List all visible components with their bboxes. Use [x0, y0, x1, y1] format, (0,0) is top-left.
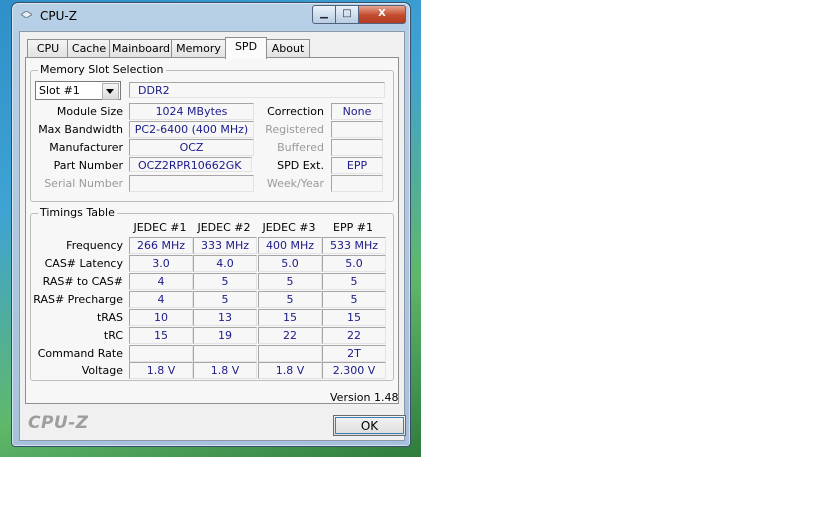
spd-ext-label: SPD Ext.: [277, 159, 324, 172]
memory-slot-group-title: Memory Slot Selection: [38, 63, 166, 76]
timing-cell: 266 MHz: [129, 237, 193, 254]
cpuz-window: CPU-Z ▁ □ X CPU Cache Mainboard Memory S…: [11, 2, 411, 447]
timing-cell: 4: [129, 273, 193, 290]
timing-cell: 4.0: [193, 255, 257, 272]
timing-row-label: RAS# Precharge: [33, 293, 123, 306]
part-number-label: Part Number: [53, 159, 123, 172]
timing-cell: 1.8 V: [258, 362, 322, 379]
tab-memory[interactable]: Memory: [171, 39, 226, 58]
timing-row-label: RAS# to CAS#: [42, 275, 123, 288]
timing-cell: 2T: [322, 345, 386, 362]
timing-cell: 15: [258, 309, 322, 326]
tab-spd[interactable]: SPD: [225, 37, 267, 59]
app-icon: [21, 11, 32, 18]
module-size-label: Module Size: [56, 105, 123, 118]
timing-cell: 22: [258, 327, 322, 344]
close-button[interactable]: X: [358, 5, 406, 24]
version-label: Version 1.48: [330, 391, 399, 404]
timing-cell: 15: [322, 309, 386, 326]
timings-group-title: Timings Table: [38, 206, 117, 219]
correction-label: Correction: [267, 105, 324, 118]
cpuz-logo: CPU-Z: [28, 413, 89, 433]
chevron-down-icon[interactable]: [102, 83, 119, 100]
timing-cell: 1.8 V: [129, 362, 193, 379]
manufacturer-value: OCZ: [129, 139, 254, 156]
timing-cell: 22: [322, 327, 386, 344]
timing-cell: 3.0: [129, 255, 193, 272]
timings-col-header: EPP #1: [333, 221, 373, 234]
timings-col-header: JEDEC #3: [262, 221, 316, 234]
timing-cell: 2.300 V: [322, 362, 386, 379]
registered-value: [331, 121, 383, 138]
timing-cell: 4: [129, 291, 193, 308]
correction-value: None: [331, 103, 383, 120]
ok-button[interactable]: OK: [333, 415, 406, 436]
timing-cell: 13: [193, 309, 257, 326]
timing-cell: 10: [129, 309, 193, 326]
timing-row-label: tRAS: [96, 311, 123, 324]
timing-cell: [193, 345, 257, 362]
timing-cell: [129, 345, 193, 362]
tab-about[interactable]: About: [266, 39, 310, 58]
timing-row-label: tRC: [103, 329, 123, 342]
buffered-value: [331, 139, 383, 156]
week-year-value: [331, 175, 383, 192]
timings-col-header: JEDEC #2: [197, 221, 251, 234]
timings-group: Timings Table JEDEC #1 JEDEC #2 JEDEC #3…: [30, 206, 394, 381]
timing-row-label: Voltage: [81, 364, 123, 377]
spd-panel: Memory Slot Selection Slot #1 DDR2 Modul…: [25, 57, 399, 404]
timing-cell: 15: [129, 327, 193, 344]
timing-row-label: Command Rate: [37, 347, 123, 360]
client-area: CPU Cache Mainboard Memory SPD About Mem…: [19, 31, 406, 441]
tab-cpu[interactable]: CPU: [27, 39, 69, 58]
timing-row-label: CAS# Latency: [44, 257, 123, 270]
slot-select[interactable]: Slot #1: [35, 81, 121, 100]
timing-cell: 5: [193, 291, 257, 308]
memory-slot-group: Memory Slot Selection Slot #1 DDR2 Modul…: [30, 63, 394, 202]
spd-ext-value: EPP: [331, 157, 383, 174]
timing-cell: 333 MHz: [193, 237, 257, 254]
timing-cell: 5: [258, 291, 322, 308]
module-size-value: 1024 MBytes: [129, 103, 254, 120]
timing-cell: 19: [193, 327, 257, 344]
timing-cell: 5.0: [258, 255, 322, 272]
tab-mainboard[interactable]: Mainboard: [109, 39, 173, 58]
memory-type-field: DDR2: [129, 82, 385, 98]
part-number-value: OCZ2RPR10662GK: [129, 157, 252, 172]
registered-label: Registered: [265, 123, 324, 136]
tab-cache[interactable]: Cache: [67, 39, 111, 58]
minimize-button[interactable]: ▁: [312, 5, 336, 24]
slot-select-value: Slot #1: [39, 84, 80, 97]
timing-cell: 533 MHz: [322, 237, 386, 254]
max-bandwidth-label: Max Bandwidth: [38, 123, 123, 136]
buffered-label: Buffered: [277, 141, 324, 154]
timing-cell: 5.0: [322, 255, 386, 272]
timings-col-header: JEDEC #1: [133, 221, 187, 234]
max-bandwidth-value: PC2-6400 (400 MHz): [129, 121, 254, 138]
timing-cell: 5: [258, 273, 322, 290]
timing-cell: 5: [322, 291, 386, 308]
timing-row-label: Frequency: [66, 239, 123, 252]
serial-number-label: Serial Number: [44, 177, 123, 190]
timing-cell: [258, 345, 322, 362]
serial-number-value: [129, 175, 254, 192]
timing-cell: 1.8 V: [193, 362, 257, 379]
maximize-button[interactable]: □: [335, 5, 359, 24]
timing-cell: 400 MHz: [258, 237, 322, 254]
week-year-label: Week/Year: [266, 177, 324, 190]
window-title: CPU-Z: [40, 9, 77, 23]
title-bar[interactable]: CPU-Z ▁ □ X: [12, 3, 410, 29]
timing-cell: 5: [322, 273, 386, 290]
timing-cell: 5: [193, 273, 257, 290]
manufacturer-label: Manufacturer: [49, 141, 123, 154]
